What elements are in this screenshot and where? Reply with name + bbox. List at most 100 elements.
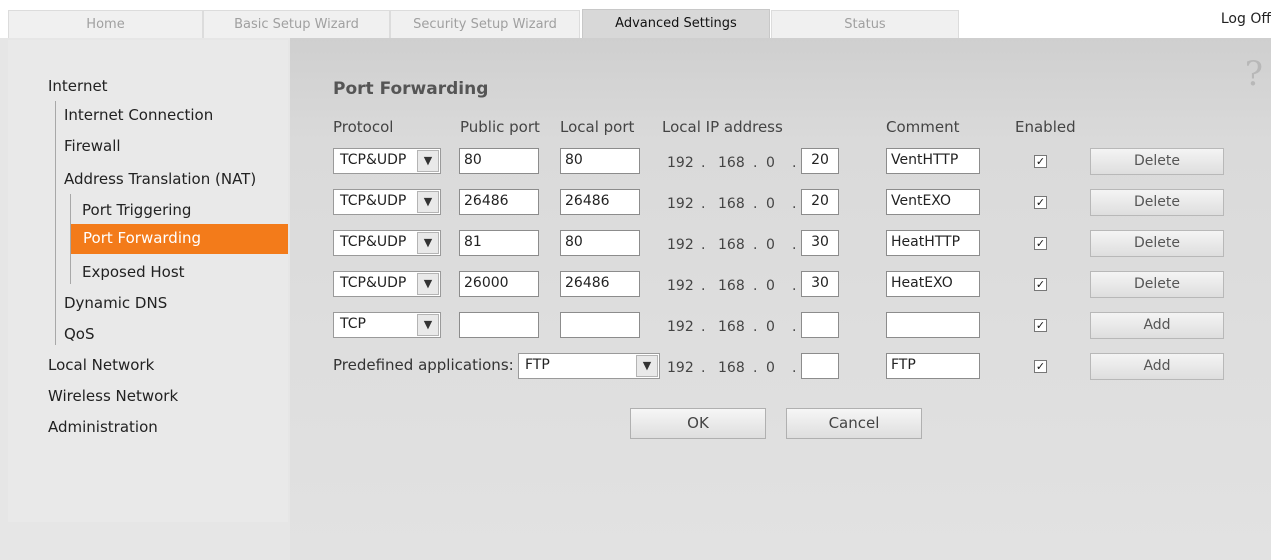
delete-button[interactable]: Delete [1090,230,1224,257]
main-content-panel [290,38,1271,560]
ip-octet-2: 168 [718,237,745,253]
ip-dot: . [701,155,706,171]
sidebar-item-local-network[interactable]: Local Network [48,355,154,375]
protocol-value: TCP&UDP [340,152,407,168]
enabled-checkbox[interactable]: ✓ [1034,155,1047,168]
local-port-input[interactable]: 80 [560,230,640,256]
comment-input[interactable]: VentEXO [886,189,980,215]
comment-input[interactable] [886,312,980,338]
ip-dot: . [753,237,758,253]
ip-octet-1: 192 [667,237,694,253]
tab-advanced-settings[interactable]: Advanced Settings [582,9,770,39]
add-button[interactable]: Add [1090,312,1224,339]
public-port-input[interactable] [459,312,539,338]
ip-last-octet-input[interactable]: 20 [801,189,839,215]
ip-dot: . [792,237,797,253]
public-port-input[interactable]: 80 [459,148,539,174]
sidebar-item-firewall[interactable]: Firewall [64,136,121,156]
log-off-link[interactable]: Log Off [1221,11,1271,27]
ip-octet-3: 0 [766,237,775,253]
ip-octet-1: 192 [667,155,694,171]
comment-input[interactable]: VentHTTP [886,148,980,174]
enabled-checkbox[interactable]: ✓ [1034,319,1047,332]
sidebar-item-internet-connection[interactable]: Internet Connection [64,105,213,125]
ip-last-octet-input[interactable]: 20 [801,148,839,174]
sidebar-item-wireless-network[interactable]: Wireless Network [48,386,178,406]
sidebar-item-port-forwarding[interactable]: Port Forwarding [71,224,288,254]
ip-last-octet-input[interactable]: 30 [801,230,839,256]
ip-last-octet-input[interactable]: 30 [801,271,839,297]
sidebar-item-administration[interactable]: Administration [48,417,158,437]
sidebar-item-qos[interactable]: QoS [64,324,95,344]
delete-button[interactable]: Delete [1090,189,1224,216]
ip-dot: . [792,196,797,212]
ip-octet-1: 192 [667,360,694,376]
add-predefined-button[interactable]: Add [1090,353,1224,380]
protocol-select[interactable]: TCP&UDP ▼ [333,148,441,174]
ip-dot: . [792,360,797,376]
ip-dot: . [701,237,706,253]
local-port-input[interactable] [560,312,640,338]
public-port-input[interactable]: 26000 [459,271,539,297]
chevron-down-icon[interactable]: ▼ [417,314,439,336]
top-tab-bar: Home Basic Setup Wizard Security Setup W… [0,0,1271,39]
comment-input[interactable]: HeatEXO [886,271,980,297]
enabled-checkbox[interactable]: ✓ [1034,278,1047,291]
local-port-input[interactable]: 80 [560,148,640,174]
enabled-checkbox[interactable]: ✓ [1034,237,1047,250]
protocol-select[interactable]: TCP&UDP ▼ [333,230,441,256]
chevron-down-icon[interactable]: ▼ [417,273,439,295]
header-protocol: Protocol [333,118,394,136]
ip-octet-2: 168 [718,360,745,376]
public-port-input[interactable]: 81 [459,230,539,256]
sidebar-item-internet[interactable]: Internet [48,76,108,96]
comment-input[interactable]: HeatHTTP [886,230,980,256]
public-port-input[interactable]: 26486 [459,189,539,215]
comment-input[interactable]: FTP [886,353,980,379]
protocol-value: TCP [340,316,366,332]
predefined-app-value: FTP [525,357,550,373]
ip-octet-3: 0 [766,360,775,376]
ip-dot: . [792,155,797,171]
sidebar-item-exposed-host[interactable]: Exposed Host [82,262,185,282]
enabled-checkbox[interactable]: ✓ [1034,360,1047,373]
tab-status[interactable]: Status [771,10,959,38]
ip-dot: . [701,319,706,335]
protocol-value: TCP&UDP [340,193,407,209]
delete-button[interactable]: Delete [1090,271,1224,298]
protocol-value: TCP&UDP [340,275,407,291]
chevron-down-icon[interactable]: ▼ [417,232,439,254]
header-comment: Comment [886,118,960,136]
tab-home[interactable]: Home [8,10,203,38]
delete-button[interactable]: Delete [1090,148,1224,175]
help-icon[interactable]: ? [1245,54,1263,94]
local-port-input[interactable]: 26486 [560,271,640,297]
ip-last-octet-input[interactable] [801,353,839,379]
protocol-select[interactable]: TCP&UDP ▼ [333,271,441,297]
tab-basic-setup-wizard[interactable]: Basic Setup Wizard [203,10,390,38]
chevron-down-icon[interactable]: ▼ [636,355,658,377]
ip-last-octet-input[interactable] [801,312,839,338]
sidebar-item-address-translation[interactable]: Address Translation (NAT) [64,169,256,189]
enabled-checkbox[interactable]: ✓ [1034,196,1047,209]
predefined-app-select[interactable]: FTP ▼ [518,353,660,379]
sidebar-item-port-triggering[interactable]: Port Triggering [82,200,191,220]
cancel-button[interactable]: Cancel [786,408,922,439]
chevron-down-icon[interactable]: ▼ [417,150,439,172]
chevron-down-icon[interactable]: ▼ [417,191,439,213]
ip-dot: . [701,196,706,212]
protocol-select[interactable]: TCP&UDP ▼ [333,189,441,215]
local-port-input[interactable]: 26486 [560,189,640,215]
nav-tree-line-internet [55,101,56,345]
ip-dot: . [753,155,758,171]
ip-octet-3: 0 [766,196,775,212]
ip-octet-1: 192 [667,278,694,294]
ip-octet-3: 0 [766,319,775,335]
protocol-select[interactable]: TCP ▼ [333,312,441,338]
ip-octet-2: 168 [718,319,745,335]
tab-security-setup-wizard[interactable]: Security Setup Wizard [390,10,580,38]
ip-octet-2: 168 [718,155,745,171]
ip-octet-2: 168 [718,196,745,212]
ok-button[interactable]: OK [630,408,766,439]
sidebar-item-dynamic-dns[interactable]: Dynamic DNS [64,293,167,313]
